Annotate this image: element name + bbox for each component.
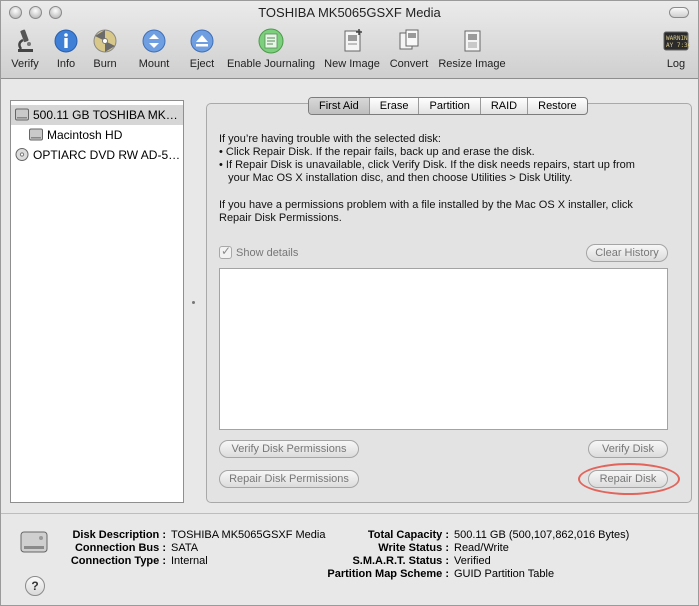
first-aid-bullet-2-cont: your Mac OS X installation disc, and the… — [219, 172, 573, 184]
permissions-help-1: If you have a permissions problem with a… — [219, 199, 633, 211]
checkmark-icon — [219, 244, 232, 259]
svg-text:AY 7:36: AY 7:36 — [666, 42, 690, 49]
write-status-value: Read/Write — [454, 542, 509, 554]
mount-icon — [142, 29, 166, 53]
total-capacity-value: 500.11 GB (500,107,862,016 Bytes) — [454, 529, 630, 541]
tab-raid[interactable]: RAID — [479, 98, 527, 114]
eject-icon — [190, 29, 214, 53]
log-toolbar-button[interactable]: WARNIN AY 7:36 Log — [661, 27, 691, 73]
info-label: Info — [56, 58, 76, 70]
sidebar-item-label: 500.11 GB TOSHIBA MK… — [33, 108, 178, 122]
connection-type-label: Connection Type : — [70, 555, 166, 567]
volume-icon — [29, 128, 43, 141]
first-aid-log-area — [219, 268, 668, 430]
journaling-icon — [258, 28, 284, 54]
enable-journaling-toolbar-button[interactable]: Enable Journaling — [226, 27, 316, 73]
first-aid-bullet-2: • If Repair Disk is unavailable, click V… — [219, 159, 635, 171]
permissions-help-2: Repair Disk Permissions. — [219, 212, 342, 224]
smart-status-value: Verified — [454, 555, 491, 567]
info-icon — [54, 29, 78, 53]
sidebar-item-label: OPTIARC DVD RW AD-5… — [33, 148, 181, 162]
optical-drive-icon — [15, 148, 29, 161]
write-status-label: Write Status : — [378, 542, 449, 554]
burn-toolbar-button[interactable]: Burn — [90, 27, 120, 73]
verify-disk-permissions-button[interactable]: Verify Disk Permissions — [219, 440, 359, 458]
split-view-handle[interactable] — [192, 301, 195, 304]
repair-disk-permissions-button[interactable]: Repair Disk Permissions — [219, 470, 359, 488]
hard-disk-icon — [15, 108, 29, 121]
repair-disk-highlight-ring — [578, 463, 680, 495]
tab-erase[interactable]: Erase — [368, 98, 419, 114]
disk-list-sidebar: 500.11 GB TOSHIBA MK… Macintosh HD OPTIA… — [10, 100, 184, 503]
sidebar-item-label: Macintosh HD — [47, 128, 123, 142]
sidebar-item-toshiba-disk[interactable]: 500.11 GB TOSHIBA MK… — [11, 105, 183, 125]
toolbar-toggle-button[interactable] — [669, 7, 689, 18]
new-image-toolbar-button[interactable]: New Image — [323, 27, 381, 73]
tab-bar: First Aid Erase Partition RAID Restore — [308, 97, 588, 115]
new-image-icon — [344, 29, 362, 52]
first-aid-bullet-1: • Click Repair Disk. If the repair fails… — [219, 146, 535, 158]
title-toolbar: TOSHIBA MK5065GSXF Media Verify Info Bur… — [1, 1, 698, 79]
svg-text:WARNIN: WARNIN — [666, 35, 688, 42]
eject-label: Eject — [189, 58, 215, 70]
log-icon: WARNIN AY 7:36 — [663, 31, 690, 51]
mount-toolbar-button[interactable]: Mount — [135, 27, 173, 73]
burn-label: Burn — [93, 58, 117, 70]
window-title: TOSHIBA MK5065GSXF Media — [258, 5, 441, 20]
microscope-icon — [18, 29, 33, 52]
show-details-label: Show details — [236, 246, 299, 259]
tab-partition[interactable]: Partition — [418, 98, 479, 114]
clear-history-button[interactable]: Clear History — [586, 244, 668, 262]
tab-restore[interactable]: Restore — [527, 98, 587, 114]
verify-toolbar-button[interactable]: Verify — [7, 27, 43, 73]
total-capacity-label: Total Capacity : — [367, 529, 449, 541]
help-button[interactable]: ? — [25, 576, 45, 596]
show-details-checkbox[interactable]: Show details — [219, 244, 299, 259]
info-toolbar-button[interactable]: Info — [51, 27, 81, 73]
verify-disk-button[interactable]: Verify Disk — [588, 440, 668, 458]
connection-type-value: Internal — [171, 555, 208, 567]
resize-image-icon — [464, 30, 481, 52]
new-image-label: New Image — [324, 58, 380, 70]
resize-image-label: Resize Image — [438, 58, 506, 70]
smart-status-label: S.M.A.R.T. Status : — [352, 555, 449, 567]
connection-bus-value: SATA — [171, 542, 199, 554]
divider — [1, 513, 698, 514]
first-aid-intro: If you’re having trouble with the select… — [219, 133, 441, 145]
mount-label: Mount — [138, 58, 170, 70]
sidebar-item-optiarc-dvd[interactable]: OPTIARC DVD RW AD-5… — [11, 145, 183, 165]
burn-disc-icon — [93, 29, 117, 53]
sidebar-item-macintosh-hd[interactable]: Macintosh HD — [11, 125, 183, 145]
disk-description-label: Disk Description : — [72, 529, 166, 541]
convert-toolbar-button[interactable]: Convert — [388, 27, 430, 73]
disk-utility-window: TOSHIBA MK5065GSXF Media Verify Info Bur… — [0, 0, 699, 606]
resize-image-toolbar-button[interactable]: Resize Image — [438, 27, 506, 73]
tab-first-aid[interactable]: First Aid — [309, 98, 369, 114]
convert-icon — [399, 29, 419, 50]
verify-label: Verify — [11, 58, 39, 70]
log-label: Log — [666, 58, 686, 70]
partition-map-scheme-label: Partition Map Scheme : — [327, 568, 449, 580]
connection-bus-label: Connection Bus : — [74, 542, 166, 554]
enable-journaling-label: Enable Journaling — [226, 58, 316, 70]
partition-map-scheme-value: GUID Partition Table — [454, 568, 555, 580]
eject-toolbar-button[interactable]: Eject — [187, 27, 217, 73]
convert-label: Convert — [389, 58, 429, 70]
